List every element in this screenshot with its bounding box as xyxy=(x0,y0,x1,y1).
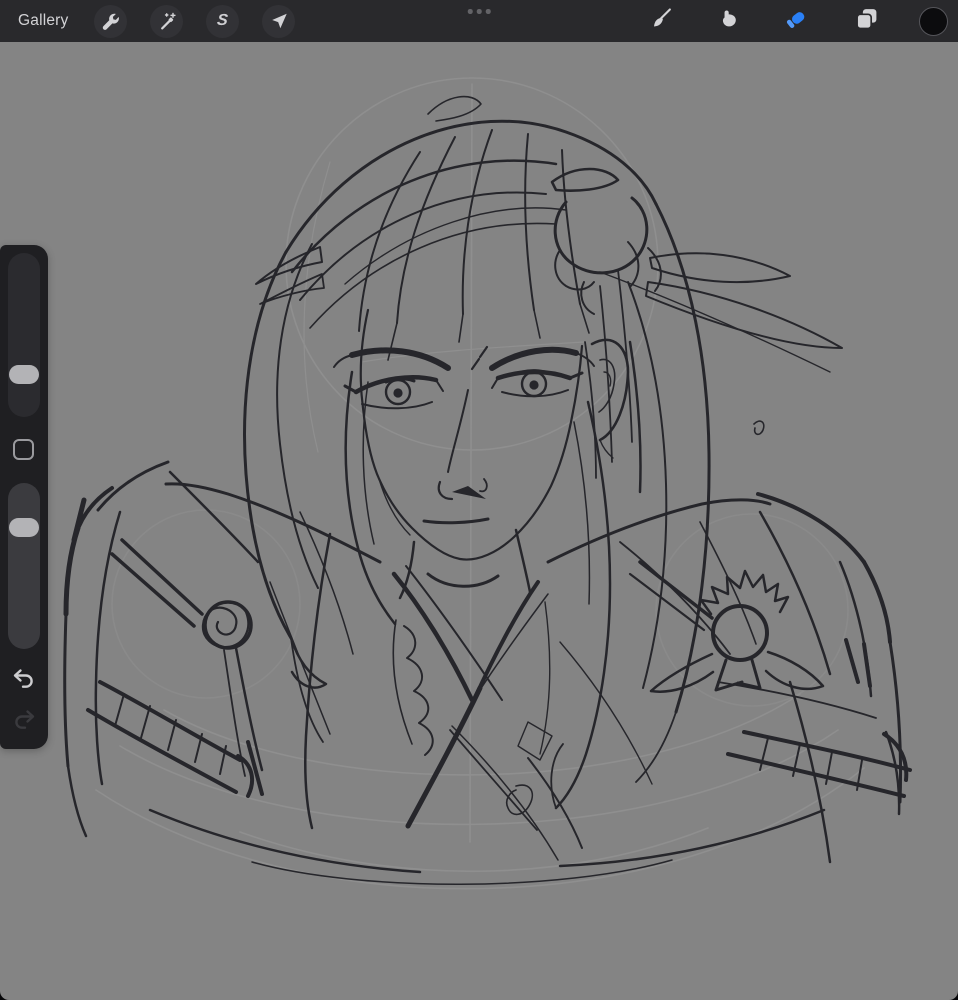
brush-icon xyxy=(648,6,673,36)
layers-icon xyxy=(854,6,879,36)
eraser-icon xyxy=(784,5,811,37)
opacity-handle[interactable] xyxy=(9,518,39,538)
selection-button[interactable]: S xyxy=(206,4,239,38)
selection-s-icon: S xyxy=(216,12,229,29)
actions-button[interactable] xyxy=(94,4,127,38)
magic-wand-icon xyxy=(156,11,177,32)
smudge-icon xyxy=(716,6,741,36)
adjustments-button[interactable] xyxy=(150,4,183,38)
erase-tool-button[interactable] xyxy=(784,8,810,34)
more-options-handle[interactable] xyxy=(467,9,491,14)
modify-button[interactable] xyxy=(13,439,34,460)
canvas-sketch xyxy=(63,77,912,890)
redo-button[interactable] xyxy=(11,709,37,735)
redo-arrow-icon xyxy=(11,708,37,737)
drawing-canvas[interactable] xyxy=(0,42,958,1000)
brush-size-slider[interactable] xyxy=(8,253,40,417)
undo-arrow-icon xyxy=(11,667,37,696)
smudge-tool-button[interactable] xyxy=(715,8,741,34)
brush-sidebar xyxy=(0,245,48,749)
opacity-slider[interactable] xyxy=(8,483,40,649)
brush-size-handle[interactable] xyxy=(9,364,39,384)
transform-button[interactable] xyxy=(262,4,295,38)
undo-button[interactable] xyxy=(11,668,37,694)
color-swatch[interactable] xyxy=(919,6,948,36)
layers-button[interactable] xyxy=(853,8,879,34)
wrench-icon xyxy=(100,11,121,32)
transform-arrow-icon xyxy=(269,11,289,31)
gallery-button[interactable]: Gallery xyxy=(18,0,69,42)
paint-tool-button[interactable] xyxy=(647,8,673,34)
top-toolbar: Gallery S xyxy=(0,0,958,42)
